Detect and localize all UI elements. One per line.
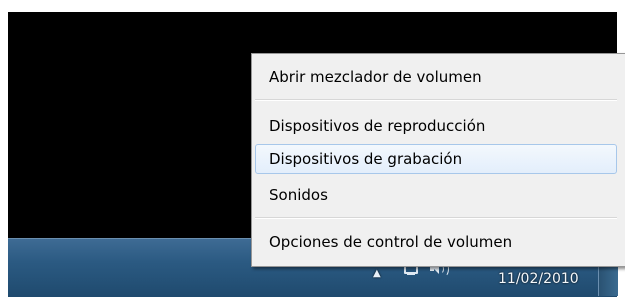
taskbar-clock-date[interactable]: 11/02/2010 <box>498 271 579 287</box>
menu-item-playback-devices[interactable]: Dispositivos de reproducción <box>255 111 617 141</box>
show-hidden-icons-arrow-icon[interactable]: ▲ <box>373 266 381 281</box>
volume-context-menu: Abrir mezclador de volumen Dispositivos … <box>251 53 625 267</box>
menu-item-recording-devices[interactable]: Dispositivos de grabación <box>255 144 617 174</box>
menu-item-volume-control-options[interactable]: Opciones de control de volumen <box>255 227 617 257</box>
menu-separator <box>255 217 617 219</box>
menu-item-sounds[interactable]: Sonidos <box>255 180 617 210</box>
menu-separator <box>255 99 617 101</box>
menu-item-open-volume-mixer[interactable]: Abrir mezclador de volumen <box>255 62 617 92</box>
